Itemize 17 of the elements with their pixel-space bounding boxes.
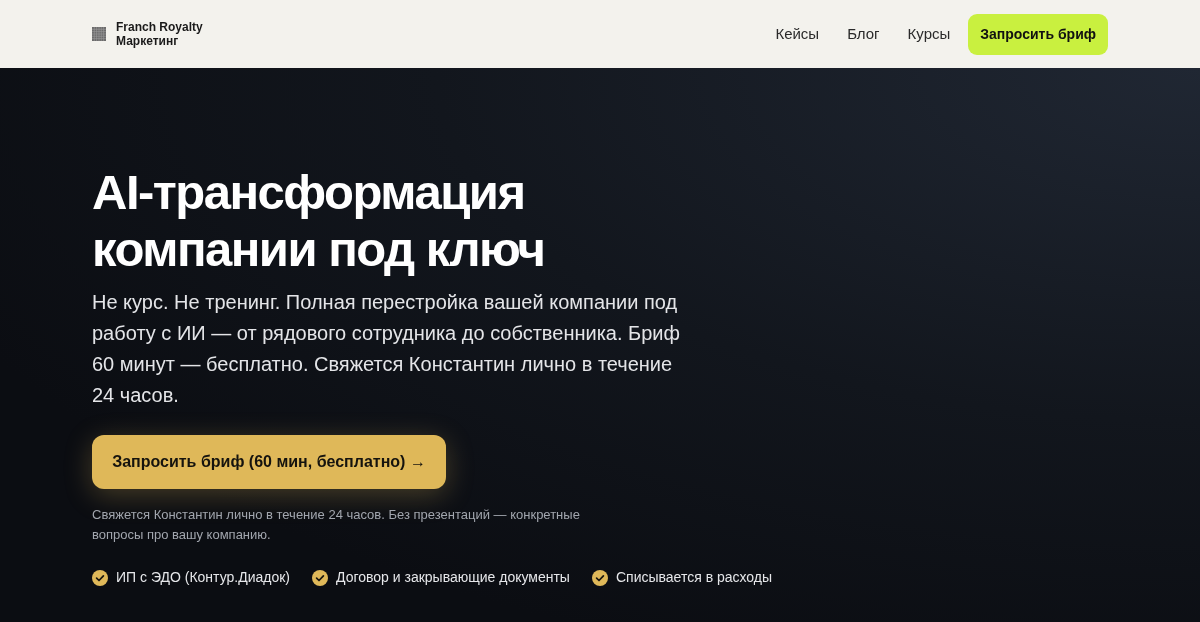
check-icon — [312, 569, 328, 586]
feature-text: Договор и закрывающие документы — [336, 568, 570, 587]
feature-text: Списывается в расходы — [615, 568, 773, 587]
brand-name[interactable]: Franch Royalty — [116, 20, 203, 34]
hero-description: Не курс. Не тренинг. Полная перестройка вашей компании под работу с ИИ — от рядового сотрудника до собственника. Бриф 60 минут — бесплатно. Свяжется Константин лично в течение 24 часов. — [92, 290, 681, 408]
request-brief-button[interactable]: Запросить бриф — [968, 13, 1108, 55]
feature-text: ИП с ЭДО (Контур.Диадок) — [116, 568, 290, 587]
request-brief-button[interactable]: Запросить бриф (60 мин, бесплатно) → — [92, 435, 446, 489]
check-icon — [591, 569, 608, 586]
nav-link[interactable]: Кейсы — [775, 22, 820, 46]
nav-link[interactable]: Блог — [847, 22, 880, 46]
nav-link[interactable]: Курсы — [907, 22, 951, 46]
grid-logo-icon — [92, 27, 106, 41]
check-icon — [92, 569, 108, 586]
contact-note: Свяжется Константин лично в течение 24 часов. Без презентаций — конкретные вопросы про вашу компанию. — [92, 506, 581, 544]
brand-subtitle: Маркетинг — [116, 34, 180, 48]
hero-title: AI-трансформация компании под ключ — [92, 164, 546, 278]
